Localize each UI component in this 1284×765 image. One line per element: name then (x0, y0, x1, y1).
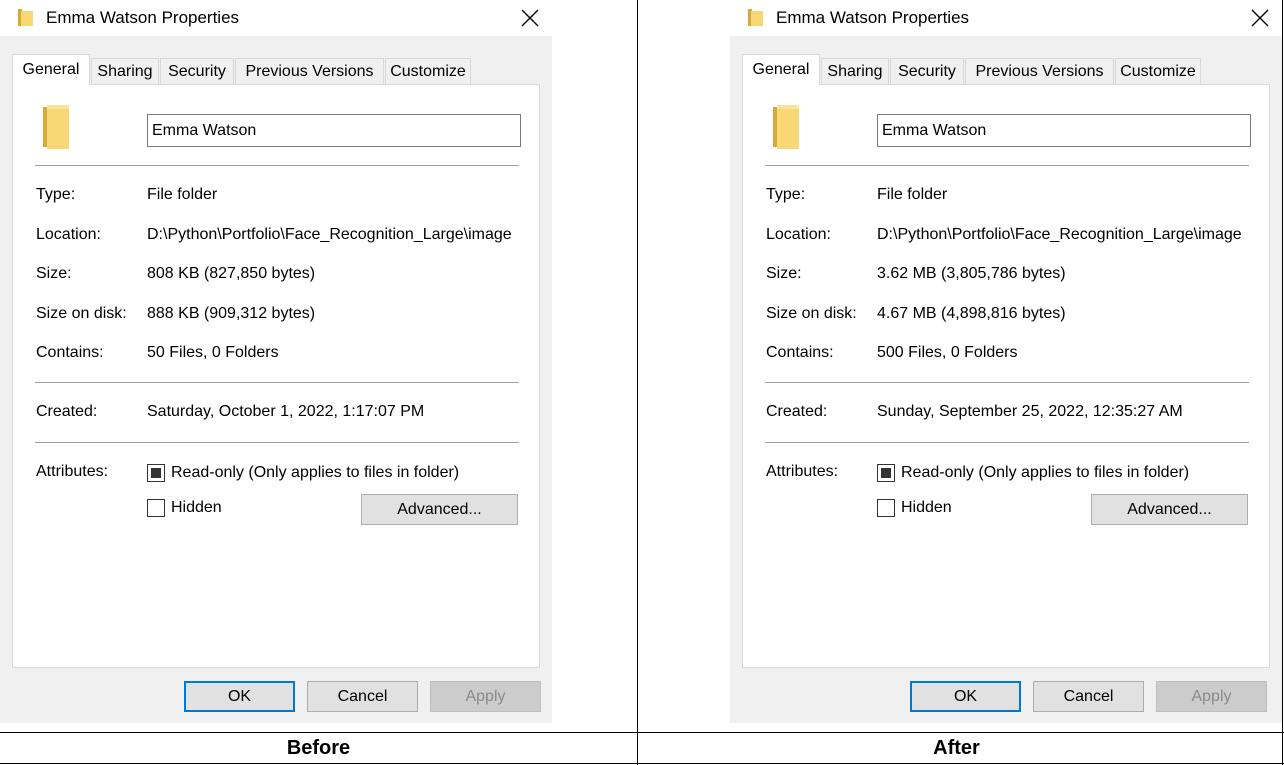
readonly-label: Read-only (Only applies to files in fold… (171, 464, 460, 481)
close-button[interactable] (1242, 0, 1278, 36)
separator (35, 382, 519, 383)
hidden-checkbox[interactable] (147, 499, 165, 517)
type-label: Type: (36, 186, 76, 203)
hidden-label: Hidden (171, 499, 222, 516)
separator (35, 165, 519, 166)
divider (1282, 0, 1283, 765)
tab-customize[interactable]: Customize (385, 58, 471, 84)
close-button[interactable] (512, 0, 548, 36)
tab-strip: General Sharing Security Previous Versio… (12, 54, 540, 85)
general-tab-content: Type: File folder Location: D:\Python\Po… (742, 84, 1270, 668)
created-label: Created: (766, 403, 828, 420)
tab-security[interactable]: Security (890, 58, 964, 84)
separator (765, 382, 1249, 383)
size-on-disk-label: Size on disk: (36, 305, 127, 322)
location-label: Location: (766, 226, 831, 243)
readonly-checkbox[interactable] (147, 464, 165, 482)
close-icon (1251, 9, 1269, 27)
contains-value: 50 Files, 0 Folders (147, 344, 279, 361)
tab-general[interactable]: General (742, 54, 820, 85)
tab-previous-versions[interactable]: Previous Versions (965, 58, 1114, 84)
before-panel: Emma Watson Properties General Sharing S… (0, 0, 637, 733)
size-value: 3.62 MB (3,805,786 bytes) (877, 265, 1066, 282)
cancel-button[interactable]: Cancel (1033, 681, 1144, 712)
folder-icon (18, 9, 33, 26)
size-on-disk-value: 888 KB (909,312 bytes) (147, 305, 316, 322)
type-value: File folder (147, 186, 218, 203)
title-bar: Emma Watson Properties (0, 0, 552, 36)
dialog-title: Emma Watson Properties (776, 8, 970, 27)
folder-icon (748, 9, 763, 26)
tab-general[interactable]: General (12, 54, 90, 85)
size-value: 808 KB (827,850 bytes) (147, 265, 316, 282)
created-label: Created: (36, 403, 98, 420)
type-label: Type: (766, 186, 806, 203)
folder-name-input[interactable] (147, 114, 521, 147)
folder-name-input[interactable] (877, 114, 1251, 147)
contains-value: 500 Files, 0 Folders (877, 344, 1018, 361)
after-caption: After (933, 736, 980, 759)
folder-icon (773, 105, 799, 149)
location-value: D:\Python\Portfolio\Face_Recognition_Lar… (877, 226, 1242, 243)
readonly-label: Read-only (Only applies to files in fold… (901, 464, 1190, 481)
separator (765, 442, 1249, 443)
contains-label: Contains: (36, 344, 104, 361)
divider (637, 0, 638, 765)
location-value: D:\Python\Portfolio\Face_Recognition_Lar… (147, 226, 512, 243)
hidden-label: Hidden (901, 499, 952, 516)
attributes-label: Attributes: (766, 463, 839, 480)
tab-customize[interactable]: Customize (1115, 58, 1201, 84)
hidden-checkbox[interactable] (877, 499, 895, 517)
ok-button[interactable]: OK (184, 681, 295, 712)
tab-previous-versions[interactable]: Previous Versions (235, 58, 384, 84)
apply-button[interactable]: Apply (1156, 681, 1267, 712)
separator (765, 165, 1249, 166)
dialog-title: Emma Watson Properties (46, 8, 240, 27)
size-label: Size: (36, 265, 72, 282)
location-label: Location: (36, 226, 101, 243)
properties-dialog: Emma Watson Properties General Sharing S… (0, 0, 552, 723)
cancel-button[interactable]: Cancel (307, 681, 418, 712)
tab-strip: General Sharing Security Previous Versio… (742, 54, 1270, 85)
separator (35, 442, 519, 443)
readonly-checkbox[interactable] (877, 464, 895, 482)
advanced-button[interactable]: Advanced... (1091, 494, 1248, 525)
title-bar: Emma Watson Properties (730, 0, 1282, 36)
tab-sharing[interactable]: Sharing (821, 58, 889, 84)
divider (0, 763, 1284, 764)
ok-button[interactable]: OK (910, 681, 1021, 712)
attributes-label: Attributes: (36, 463, 109, 480)
size-label: Size: (766, 265, 802, 282)
contains-label: Contains: (766, 344, 834, 361)
folder-icon (43, 105, 69, 149)
properties-dialog: Emma Watson Properties General Sharing S… (730, 0, 1282, 723)
size-on-disk-value: 4.67 MB (4,898,816 bytes) (877, 305, 1066, 322)
tab-security[interactable]: Security (160, 58, 234, 84)
created-value: Saturday, October 1, 2022, 1:17:07 PM (147, 403, 425, 420)
type-value: File folder (877, 186, 948, 203)
close-icon (521, 9, 539, 27)
before-caption: Before (286, 736, 351, 759)
size-on-disk-label: Size on disk: (766, 305, 857, 322)
after-panel: Emma Watson Properties General Sharing S… (638, 0, 1282, 733)
apply-button[interactable]: Apply (430, 681, 541, 712)
general-tab-content: Type: File folder Location: D:\Python\Po… (12, 84, 540, 668)
advanced-button[interactable]: Advanced... (361, 494, 518, 525)
created-value: Sunday, September 25, 2022, 12:35:27 AM (877, 403, 1183, 420)
tab-sharing[interactable]: Sharing (91, 58, 159, 84)
